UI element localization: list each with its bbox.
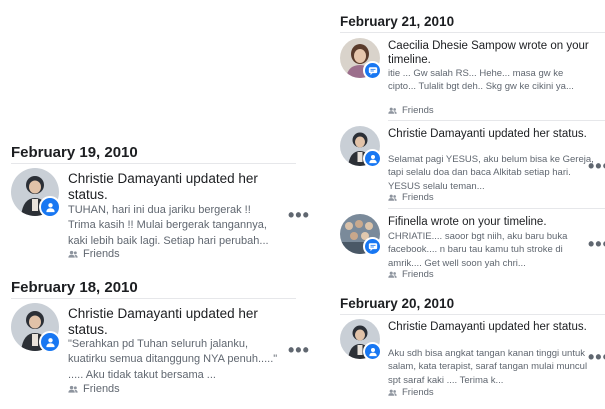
message-icon [363, 61, 382, 80]
entry-snippet: Aku sdh bisa angkat tangan kanan tinggi … [388, 348, 588, 386]
avatar[interactable] [340, 319, 382, 361]
divider [11, 298, 296, 299]
date-header: February 20, 2010 [340, 296, 455, 311]
entry-snippet: itie ... Gw salah RS... Hehe... masa gw … [388, 68, 574, 93]
divider [340, 314, 605, 315]
avatar[interactable] [340, 126, 382, 168]
audience-text: Friends [83, 383, 120, 395]
friends-icon [68, 385, 78, 393]
audience-label: Friends [388, 269, 434, 280]
audience-text: Friends [402, 192, 434, 203]
audience-label: Friends [388, 387, 434, 398]
friends-icon [388, 194, 397, 201]
entry-snippet: Selamat pagi YESUS, aku belum bisa ke Ge… [388, 154, 594, 192]
audience-text: Friends [83, 248, 120, 260]
avatar[interactable] [11, 303, 61, 353]
message-icon [363, 237, 382, 256]
audience-label: Friends [388, 192, 434, 203]
entry-snippet: CHRIATIE.... saoor bgt niih, aku baru bu… [388, 231, 568, 269]
audience-label: Friends [388, 105, 434, 116]
entry-snippet: "Serahkan pd Tuhan seluruh jalanku, kuat… [68, 338, 278, 381]
left-column: February 19, 2010 Christie Damayanti upd… [0, 0, 309, 409]
avatar[interactable] [340, 214, 382, 256]
date-header: February 18, 2010 [11, 279, 138, 296]
activity-entry[interactable]: Caecilia Dhesie Sampow wrote on your tim… [330, 38, 605, 120]
activity-entry[interactable]: Fifinella wrote on your timeline. CHRIAT… [330, 214, 605, 284]
more-options-icon[interactable]: ••• [288, 341, 310, 359]
right-column: February 21, 2010 Caecilia Dhesie Sampow… [330, 0, 605, 409]
entry-title[interactable]: Christie Damayanti updated her status. [68, 306, 278, 338]
person-icon [363, 342, 382, 361]
person-icon [363, 149, 382, 168]
entry-title[interactable]: Christie Damayanti updated her status. [388, 128, 588, 142]
activity-entry[interactable]: Christie Damayanti updated her status. "… [0, 303, 309, 403]
activity-entry[interactable]: Christie Damayanti updated her status. S… [330, 126, 605, 208]
divider [388, 120, 605, 121]
entry-title[interactable]: Christie Damayanti updated her status. [388, 321, 588, 335]
date-header: February 19, 2010 [11, 144, 138, 161]
friends-icon [388, 389, 397, 396]
entry-title[interactable]: Fifinella wrote on your timeline. [388, 216, 598, 230]
audience-text: Friends [402, 105, 434, 116]
more-options-icon[interactable]: ••• [588, 157, 605, 175]
entry-title[interactable]: Caecilia Dhesie Sampow wrote on your tim… [388, 40, 598, 68]
audience-label: Friends [68, 383, 120, 395]
entry-snippet: TUHAN, hari ini dua jariku bergerak !! T… [68, 204, 269, 247]
divider [340, 32, 605, 33]
date-header: February 21, 2010 [340, 14, 455, 29]
activity-entry[interactable]: Christie Damayanti updated her status. A… [330, 319, 605, 407]
activity-entry[interactable]: Christie Damayanti updated her status. T… [0, 168, 309, 268]
friends-icon [388, 107, 397, 114]
friends-icon [68, 250, 78, 258]
audience-text: Friends [402, 269, 434, 280]
person-icon [39, 331, 61, 353]
divider [11, 163, 296, 164]
more-options-icon[interactable]: ••• [588, 348, 605, 366]
avatar[interactable] [340, 38, 382, 80]
more-options-icon[interactable]: ••• [288, 206, 310, 224]
friends-icon [388, 271, 397, 278]
person-icon [39, 196, 61, 218]
more-options-icon[interactable]: ••• [588, 235, 605, 253]
audience-label: Friends [68, 248, 120, 260]
divider [388, 208, 605, 209]
audience-text: Friends [402, 387, 434, 398]
avatar[interactable] [11, 168, 61, 218]
entry-title[interactable]: Christie Damayanti updated her status. [68, 171, 278, 203]
